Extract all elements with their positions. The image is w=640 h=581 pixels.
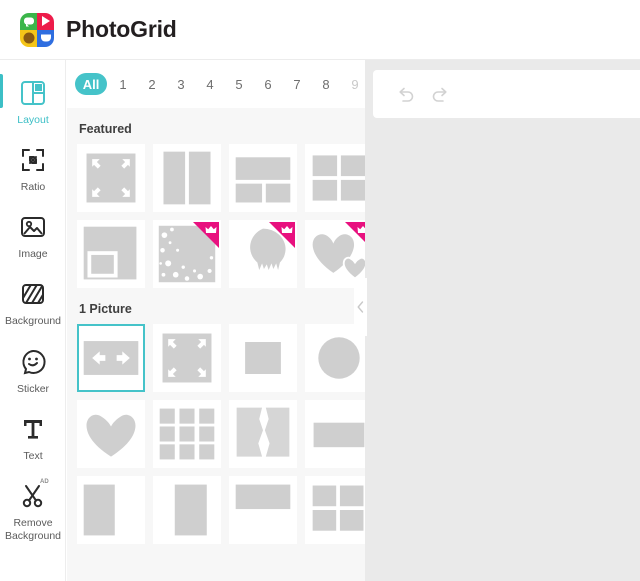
four-grid-small-preview — [312, 485, 364, 531]
tab-5[interactable]: 5 — [226, 73, 252, 95]
canvas-toolbar — [373, 70, 640, 118]
app-header: PhotoGrid — [0, 0, 640, 60]
layout-thumb-wide-arrows[interactable] — [77, 324, 145, 392]
tab-1[interactable]: 1 — [110, 73, 136, 95]
background-icon — [22, 284, 44, 305]
sidebar-item-text[interactable]: Text — [0, 404, 66, 471]
sidebar-item-background[interactable]: Background — [0, 269, 66, 336]
tab-6[interactable]: 6 — [255, 73, 281, 95]
small-square-preview — [245, 342, 281, 374]
tab-all[interactable]: All — [75, 73, 107, 95]
app-title: PhotoGrid — [66, 16, 177, 42]
panel-collapse-handle[interactable] — [354, 278, 367, 336]
one-picture-grid — [77, 324, 365, 544]
tab-4[interactable]: 4 — [197, 73, 223, 95]
sticker-icon — [22, 349, 46, 374]
sidebar-item-image[interactable]: Image — [0, 202, 66, 269]
sidebar-item-sticker[interactable]: Sticker — [0, 337, 66, 404]
photogrid-logo-icon — [20, 12, 54, 47]
sidebar-item-label: Image — [18, 248, 48, 261]
layout-thumb-frame-inset[interactable] — [77, 220, 145, 288]
undo-button[interactable] — [389, 77, 423, 111]
crown-icon — [281, 226, 293, 233]
layout-thumb-portrait-right[interactable] — [153, 476, 221, 544]
sidebar-item-label: Ratio — [20, 181, 46, 194]
premium-crown-badge — [345, 222, 365, 248]
torn-paper-preview — [236, 407, 290, 457]
layout-thumb-two-column[interactable] — [153, 144, 221, 212]
layout-thumb-landscape-center[interactable] — [305, 400, 365, 468]
layout-thumb-expand-corners[interactable] — [77, 144, 145, 212]
wide-arrows-preview — [83, 341, 139, 375]
sidebar-item-layout[interactable]: Layout — [0, 68, 66, 135]
layout-thumb-four-grid[interactable] — [305, 144, 365, 212]
crown-icon — [357, 226, 365, 233]
layout-list[interactable]: Featured 1 Picture — [67, 108, 365, 581]
one-top-two-bottom-preview — [235, 157, 291, 203]
sidebar-item-remove-background[interactable]: AD Remove Background — [0, 471, 66, 551]
tab-2[interactable]: 2 — [139, 73, 165, 95]
text-icon — [24, 419, 42, 439]
layout-thumb-expand-corners-square[interactable] — [153, 324, 221, 392]
image-icon — [21, 217, 45, 238]
premium-crown-badge — [269, 222, 295, 248]
sidebar-item-ratio[interactable]: Ratio — [0, 135, 66, 202]
layout-thumb-double-heart[interactable] — [305, 220, 365, 288]
photogrid-editor: PhotoGrid Layout Ratio Image Background … — [0, 0, 640, 581]
expand-corners-square-preview — [162, 333, 212, 383]
tab-7[interactable]: 7 — [284, 73, 310, 95]
ad-badge: AD — [40, 478, 49, 485]
sidebar-item-label: Background — [4, 315, 62, 328]
layout-thumb-nine-grid[interactable] — [153, 400, 221, 468]
layout-thumb-small-square[interactable] — [229, 324, 297, 392]
layout-thumb-snow-texture[interactable] — [153, 220, 221, 288]
layout-panel: All 1 2 3 4 5 6 7 8 9 › Featured — [67, 60, 365, 581]
frame-inset-preview — [83, 226, 137, 280]
layout-tab-bar: All 1 2 3 4 5 6 7 8 9 › — [67, 60, 365, 108]
two-column-preview — [163, 151, 211, 205]
portrait-right-preview — [174, 484, 207, 536]
layout-thumb-torn-paper[interactable] — [229, 400, 297, 468]
layout-thumb-paint-drip[interactable] — [229, 220, 297, 288]
layout-thumb-four-grid-small[interactable] — [305, 476, 365, 544]
expand-corners-preview — [86, 153, 136, 203]
tab-3[interactable]: 3 — [168, 73, 194, 95]
ratio-icon — [22, 149, 44, 172]
premium-crown-badge — [193, 222, 219, 248]
sidebar-item-label: Sticker — [16, 382, 50, 395]
tool-sidebar: Layout Ratio Image Background Sticker Te… — [0, 60, 66, 581]
sidebar-item-label: Layout — [17, 114, 49, 126]
section-title-one-picture: 1 Picture — [79, 302, 132, 316]
tab-9[interactable]: 9 — [342, 73, 365, 95]
crown-icon — [205, 226, 217, 233]
landscape-top-preview — [235, 484, 291, 510]
nine-grid-preview — [159, 408, 215, 460]
four-grid-preview — [312, 155, 365, 201]
undo-icon — [399, 87, 414, 102]
redo-icon — [432, 87, 447, 102]
portrait-left-preview — [83, 484, 115, 536]
sidebar-item-label: Text — [23, 449, 43, 462]
redo-button[interactable] — [423, 77, 457, 111]
layout-icon — [21, 81, 45, 105]
landscape-center-preview — [313, 422, 365, 448]
layout-thumb-landscape-top[interactable] — [229, 476, 297, 544]
tab-8[interactable]: 8 — [313, 73, 339, 95]
canvas-area — [354, 60, 640, 581]
layout-thumb-one-top-two-bottom[interactable] — [229, 144, 297, 212]
featured-grid — [77, 144, 365, 288]
heart-preview — [86, 414, 136, 457]
active-indicator — [0, 74, 3, 108]
chevron-left-icon — [357, 301, 364, 313]
layout-thumb-portrait-left[interactable] — [77, 476, 145, 544]
layout-thumb-heart[interactable] — [77, 400, 145, 468]
scissors-icon — [22, 484, 43, 507]
section-title-featured: Featured — [79, 122, 132, 136]
sidebar-item-label: Remove Background — [4, 516, 62, 542]
